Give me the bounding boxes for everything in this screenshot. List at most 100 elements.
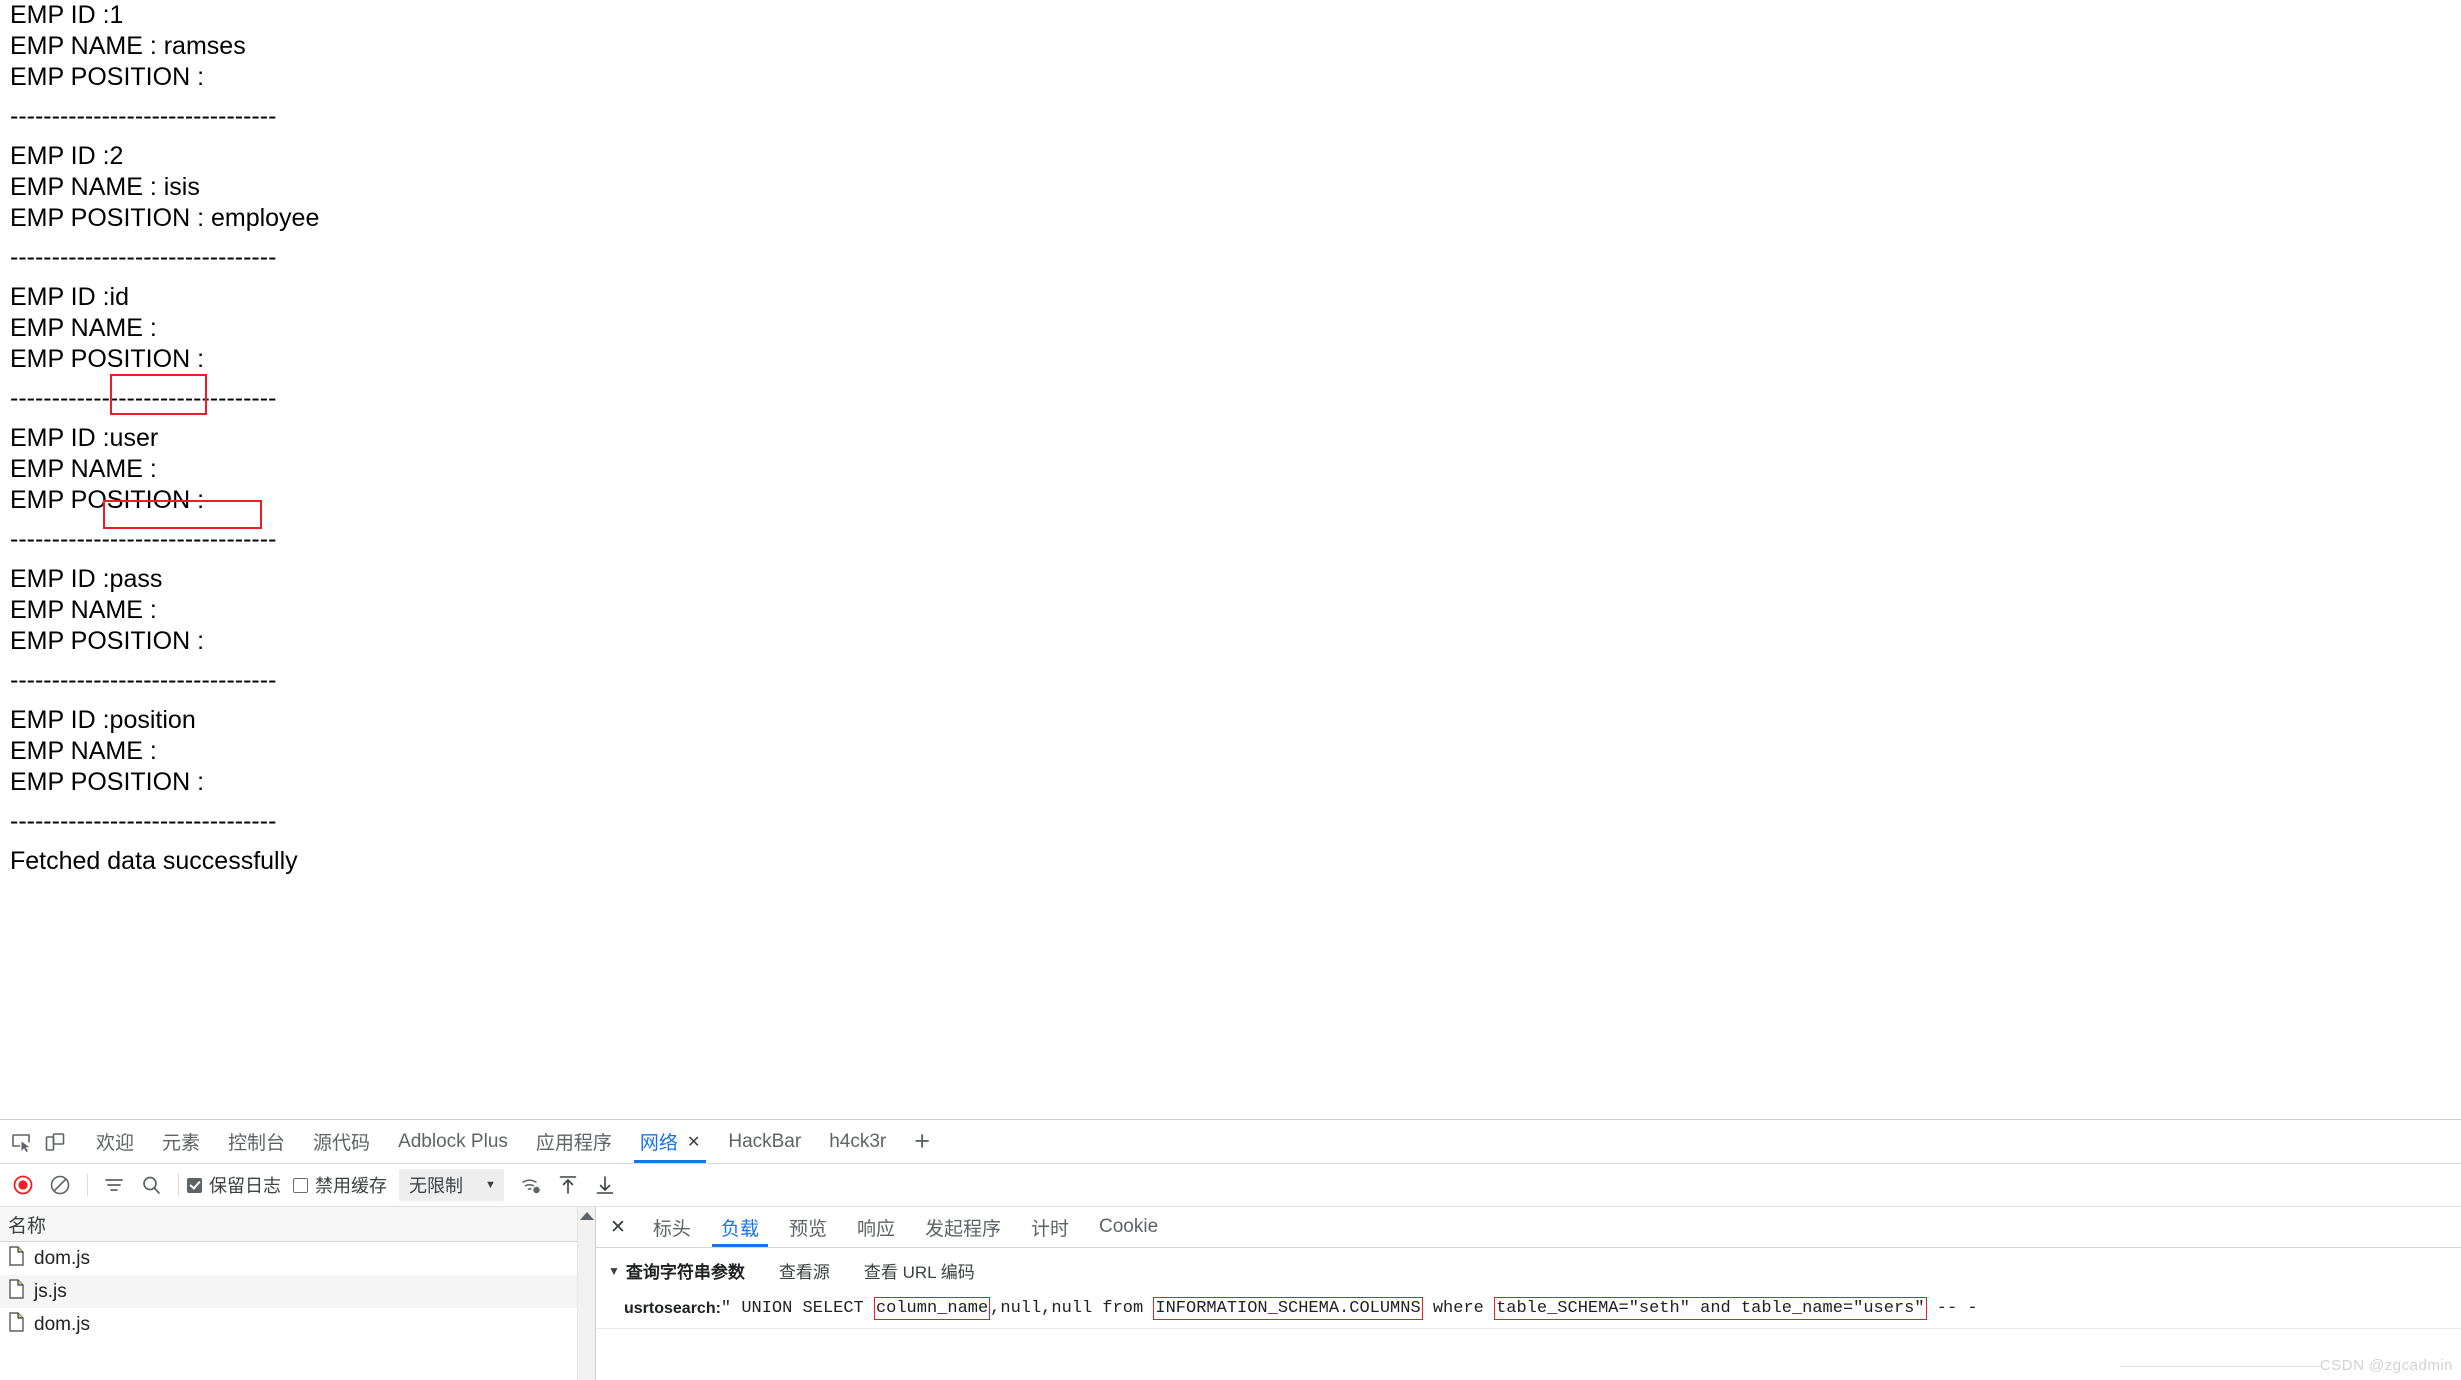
emp-name-line: EMP NAME : [10, 596, 157, 624]
watermark-line [2119, 1365, 2320, 1367]
tab-label: HackBar [728, 1130, 802, 1152]
emp-name-line: EMP NAME : [10, 455, 157, 483]
emp-id-line: EMP ID :user [10, 424, 159, 452]
emp-id-line: EMP ID :pass [10, 565, 163, 593]
inspect-element-icon[interactable] [4, 1120, 38, 1163]
detail-tab-strip: ✕ 标头 负载 预览 响应 发起程序 计时 Cookie [596, 1207, 2461, 1248]
emp-id-line: EMP ID :1 [10, 1, 124, 29]
tab-label: 发起程序 [924, 1218, 1001, 1240]
watermark: CSDN @zgcadmin [2119, 1357, 2453, 1374]
throttling-value: 无限制 [409, 1176, 463, 1196]
table-row[interactable]: dom.js [0, 1242, 595, 1275]
filter-button[interactable] [96, 1168, 131, 1203]
emp-record: EMP ID :user EMP NAME : EMP POSITION : -… [10, 423, 2461, 555]
record-separator: -------------------------------- [10, 384, 277, 412]
tab-label: 欢迎 [96, 1133, 135, 1154]
record-separator: -------------------------------- [10, 666, 277, 694]
fetch-status-message: Fetched data successfully [10, 847, 298, 875]
request-list-header: 名称 [0, 1207, 595, 1242]
param-segment-2: ,null,null from [990, 1299, 1154, 1318]
chevron-down-icon[interactable]: ▼ [608, 1264, 620, 1278]
detail-tab-payload[interactable]: 负载 [706, 1207, 774, 1247]
detail-tab-preview[interactable]: 预览 [774, 1207, 842, 1247]
param-highlight-where-clause: table_SCHEMA="seth" and table_name="user… [1494, 1297, 1927, 1320]
emp-record: EMP ID :2 EMP NAME : isis EMP POSITION :… [10, 141, 2461, 273]
preserve-log-checkbox[interactable]: 保留日志 [187, 1172, 281, 1198]
tab-hackbar[interactable]: HackBar [714, 1120, 815, 1163]
emp-name-line: EMP NAME : [10, 314, 157, 342]
emp-id-line: EMP ID :id [10, 283, 130, 311]
disable-cache-checkbox[interactable]: 禁用缓存 [293, 1172, 387, 1198]
preserve-log-label: 保留日志 [209, 1176, 281, 1196]
record-button[interactable] [5, 1168, 40, 1203]
device-toolbar-icon[interactable] [38, 1120, 72, 1163]
tab-label: 元素 [162, 1133, 201, 1154]
request-name: dom.js [34, 1247, 90, 1269]
param-segment-3: where [1422, 1299, 1495, 1318]
tab-label: 源代码 [313, 1133, 371, 1154]
file-icon [8, 1311, 25, 1338]
param-key: usrtosearch: [624, 1299, 721, 1317]
tab-welcome[interactable]: 欢迎 [82, 1120, 148, 1163]
query-string-section-header: ▼ 查询字符串参数 查看源 查看 URL 编码 [596, 1248, 2461, 1289]
tab-label: h4ck3r [829, 1130, 887, 1152]
tab-label: 应用程序 [535, 1133, 612, 1154]
view-url-encoded-link[interactable]: 查看 URL 编码 [864, 1258, 975, 1283]
tab-network[interactable]: 网络 ✕ [626, 1120, 714, 1163]
tab-adblock-plus[interactable]: Adblock Plus [384, 1120, 522, 1163]
request-list-scrollbar[interactable] [577, 1207, 595, 1380]
file-icon [8, 1245, 25, 1272]
tab-elements[interactable]: 元素 [148, 1120, 214, 1163]
tab-label: 控制台 [228, 1133, 286, 1154]
emp-position-line: EMP POSITION : [10, 768, 205, 796]
detail-tab-timing[interactable]: 计时 [1016, 1207, 1084, 1247]
emp-id-line: EMP ID :position [10, 706, 196, 734]
search-icon[interactable] [133, 1168, 168, 1203]
toolbar-divider [178, 1174, 179, 1196]
emp-position-line: EMP POSITION : [10, 63, 205, 91]
emp-record: EMP ID :pass EMP NAME : EMP POSITION : -… [10, 564, 2461, 696]
column-header-name: 名称 [8, 1215, 47, 1237]
detail-tab-response[interactable]: 响应 [842, 1207, 910, 1247]
close-detail-button[interactable]: ✕ [602, 1207, 638, 1247]
close-icon[interactable]: ✕ [687, 1132, 700, 1152]
param-highlight-column-name: column_name [873, 1297, 991, 1320]
scroll-up-icon[interactable] [579, 1212, 594, 1220]
import-har-icon[interactable] [551, 1168, 586, 1203]
emp-name-line: EMP NAME : isis [10, 173, 200, 201]
emp-record: EMP ID :id EMP NAME : EMP POSITION : ---… [10, 282, 2461, 414]
tab-label: 网络 [639, 1133, 678, 1154]
emp-record-list: EMP ID :1 EMP NAME : ramses EMP POSITION… [0, 0, 2461, 837]
emp-position-line: EMP POSITION : employee [10, 204, 320, 232]
export-har-icon[interactable] [588, 1168, 623, 1203]
table-row[interactable]: js.js [0, 1275, 595, 1308]
checkbox-indicator [187, 1177, 202, 1193]
network-conditions-icon[interactable] [514, 1168, 549, 1203]
table-row[interactable]: dom.js [0, 1308, 595, 1341]
emp-name-line: EMP NAME : [10, 737, 157, 765]
detail-tab-initiator[interactable]: 发起程序 [910, 1207, 1016, 1247]
checkbox-indicator [293, 1177, 308, 1193]
param-segment-4: -- - [1926, 1299, 1978, 1318]
emp-position-line: EMP POSITION : [10, 345, 205, 373]
view-source-link[interactable]: 查看源 [779, 1258, 830, 1283]
emp-position-line: EMP POSITION : [10, 627, 205, 655]
request-name: dom.js [34, 1313, 90, 1335]
tab-label: 响应 [856, 1218, 895, 1240]
param-segment-1: " UNION SELECT [720, 1299, 874, 1318]
detail-tab-cookies[interactable]: Cookie [1084, 1207, 1173, 1247]
tab-label: 计时 [1031, 1218, 1070, 1240]
emp-name-line: EMP NAME : ramses [10, 32, 246, 60]
network-toolbar: 保留日志 禁用缓存 无限制 ▼ [0, 1164, 2461, 1207]
toolbar-divider [87, 1174, 88, 1196]
record-separator: -------------------------------- [10, 102, 277, 130]
emp-position-line: EMP POSITION : [10, 486, 205, 514]
tab-h4ck3r[interactable]: h4ck3r [815, 1120, 900, 1163]
throttling-select[interactable]: 无限制 ▼ [399, 1169, 504, 1201]
add-tab-button[interactable]: + [900, 1120, 944, 1163]
tab-console[interactable]: 控制台 [214, 1120, 299, 1163]
clear-button[interactable] [42, 1168, 77, 1203]
tab-application[interactable]: 应用程序 [522, 1120, 626, 1163]
detail-tab-headers[interactable]: 标头 [638, 1207, 706, 1247]
tab-sources[interactable]: 源代码 [299, 1120, 384, 1163]
